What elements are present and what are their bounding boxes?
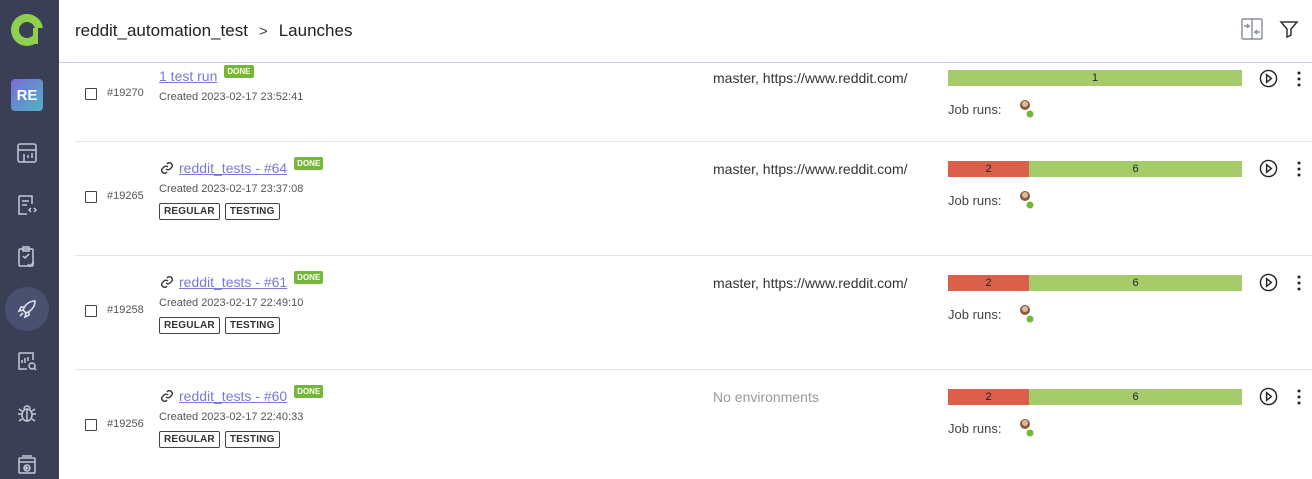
launch-name-link[interactable]: 1 test run [159, 68, 217, 84]
tag-regular[interactable]: REGULAR [159, 203, 220, 220]
launch-name-link[interactable]: reddit_tests - #60 [179, 388, 287, 404]
link-icon [161, 390, 173, 402]
more-options-icon[interactable] [1294, 275, 1304, 291]
passed-segment: 6 [1029, 389, 1242, 405]
link-icon [161, 162, 173, 174]
tag-list: REGULAR TESTING [159, 203, 285, 220]
created-date: Created 2023-02-17 23:37:08 [159, 183, 304, 195]
breadcrumb-separator: > [258, 22, 268, 40]
created-date: Created 2023-02-17 22:40:33 [159, 411, 304, 423]
environment: No environments [713, 389, 819, 405]
launch-id: #19270 [107, 87, 144, 99]
defects-icon [18, 405, 36, 422]
launch-id: #19265 [107, 190, 144, 202]
launch-row[interactable]: #19270 1 test run DONE Created 2023-02-1… [75, 64, 1312, 142]
passed-segment: 6 [1029, 161, 1242, 177]
nav-launches[interactable] [5, 287, 49, 331]
link-icon [161, 276, 173, 288]
job-runs-label: Job runs: [948, 421, 1002, 436]
failed-segment: 2 [948, 275, 1029, 291]
launch-id: #19256 [107, 418, 144, 430]
nav-test-plans[interactable] [5, 235, 49, 279]
environment: master, https://www.reddit.com/ [713, 161, 908, 177]
job-run-avatar-icon[interactable] [1019, 303, 1035, 323]
job-runs-label: Job runs: [948, 307, 1002, 322]
tag-list: REGULAR TESTING [159, 317, 285, 334]
rerun-icon[interactable] [1259, 159, 1278, 178]
breadcrumb-project[interactable]: reddit_automation_test [75, 21, 248, 41]
launch-row[interactable]: #19258 reddit_tests - #61 DONE Created 2… [75, 256, 1312, 370]
project-avatar[interactable]: RE [11, 79, 43, 111]
launch-name-link[interactable]: reddit_tests - #64 [179, 160, 287, 176]
job-run-avatar-icon[interactable] [1019, 417, 1035, 437]
analytics-icon [18, 352, 37, 371]
nav-test-cases[interactable] [5, 183, 49, 227]
app-logo-icon[interactable] [9, 12, 45, 48]
launch-name-line: reddit_tests - #61 DONE [159, 270, 324, 290]
status-badge: DONE [224, 64, 254, 78]
compare-icon[interactable] [1240, 17, 1264, 41]
created-date: Created 2023-02-17 22:49:10 [159, 297, 304, 309]
test-cases-icon [18, 195, 38, 215]
failed-segment: 2 [948, 389, 1029, 405]
test-plans-icon [18, 246, 35, 268]
tag-testing[interactable]: TESTING [224, 431, 280, 448]
tag-regular[interactable]: REGULAR [159, 317, 220, 334]
launch-row[interactable]: #19256 reddit_tests - #60 DONE Created 2… [75, 370, 1312, 479]
launch-row[interactable]: #19265 reddit_tests - #64 DONE Created 2… [75, 142, 1312, 256]
status-badge: DONE [294, 384, 324, 398]
filter-icon[interactable] [1277, 17, 1301, 41]
status-badge: DONE [294, 270, 324, 284]
passed-segment: 6 [1029, 275, 1242, 291]
launch-id: #19258 [107, 304, 144, 316]
nav-jobs[interactable] [5, 443, 49, 479]
tag-list: REGULAR TESTING [159, 431, 285, 448]
status-badge: DONE [294, 156, 324, 170]
job-run-avatar-icon[interactable] [1019, 189, 1035, 209]
environment: master, https://www.reddit.com/ [713, 70, 908, 86]
launch-name-link[interactable]: reddit_tests - #61 [179, 274, 287, 290]
breadcrumb: reddit_automation_test > Launches [75, 21, 352, 41]
more-options-icon[interactable] [1294, 389, 1304, 405]
tag-regular[interactable]: REGULAR [159, 431, 220, 448]
row-checkbox[interactable] [85, 191, 97, 203]
row-checkbox[interactable] [85, 88, 97, 100]
launch-name-line: reddit_tests - #64 DONE [159, 156, 324, 176]
launch-name-line: 1 test run DONE [159, 64, 254, 84]
more-options-icon[interactable] [1294, 161, 1304, 177]
passed-segment: 1 [948, 70, 1242, 86]
launches-icon [17, 300, 36, 319]
row-checkbox[interactable] [85, 305, 97, 317]
dashboard-icon [17, 143, 37, 163]
job-run-avatar-icon[interactable] [1019, 98, 1035, 118]
rerun-icon[interactable] [1259, 387, 1278, 406]
results-bar[interactable]: 2 6 [948, 161, 1242, 177]
launch-name-line: reddit_tests - #60 DONE [159, 384, 324, 404]
results-bar[interactable]: 2 6 [948, 389, 1242, 405]
page-header: reddit_automation_test > Launches [59, 0, 1312, 63]
jobs-icon [18, 455, 36, 474]
tag-testing[interactable]: TESTING [224, 317, 280, 334]
rerun-icon[interactable] [1259, 273, 1278, 292]
nav-analytics[interactable] [5, 339, 49, 383]
sidebar: RE [0, 0, 59, 479]
more-options-icon[interactable] [1294, 71, 1304, 87]
results-bar[interactable]: 2 6 [948, 275, 1242, 291]
environment: master, https://www.reddit.com/ [713, 275, 908, 291]
created-date: Created 2023-02-17 23:52:41 [159, 91, 304, 103]
row-checkbox[interactable] [85, 419, 97, 431]
nav-defects[interactable] [5, 391, 49, 435]
job-runs-label: Job runs: [948, 193, 1002, 208]
breadcrumb-current: Launches [278, 21, 353, 40]
nav-dashboard[interactable] [5, 131, 49, 175]
results-bar[interactable]: 1 [948, 70, 1242, 86]
rerun-icon[interactable] [1259, 69, 1278, 88]
tag-testing[interactable]: TESTING [224, 203, 280, 220]
job-runs-label: Job runs: [948, 102, 1002, 117]
failed-segment: 2 [948, 161, 1029, 177]
